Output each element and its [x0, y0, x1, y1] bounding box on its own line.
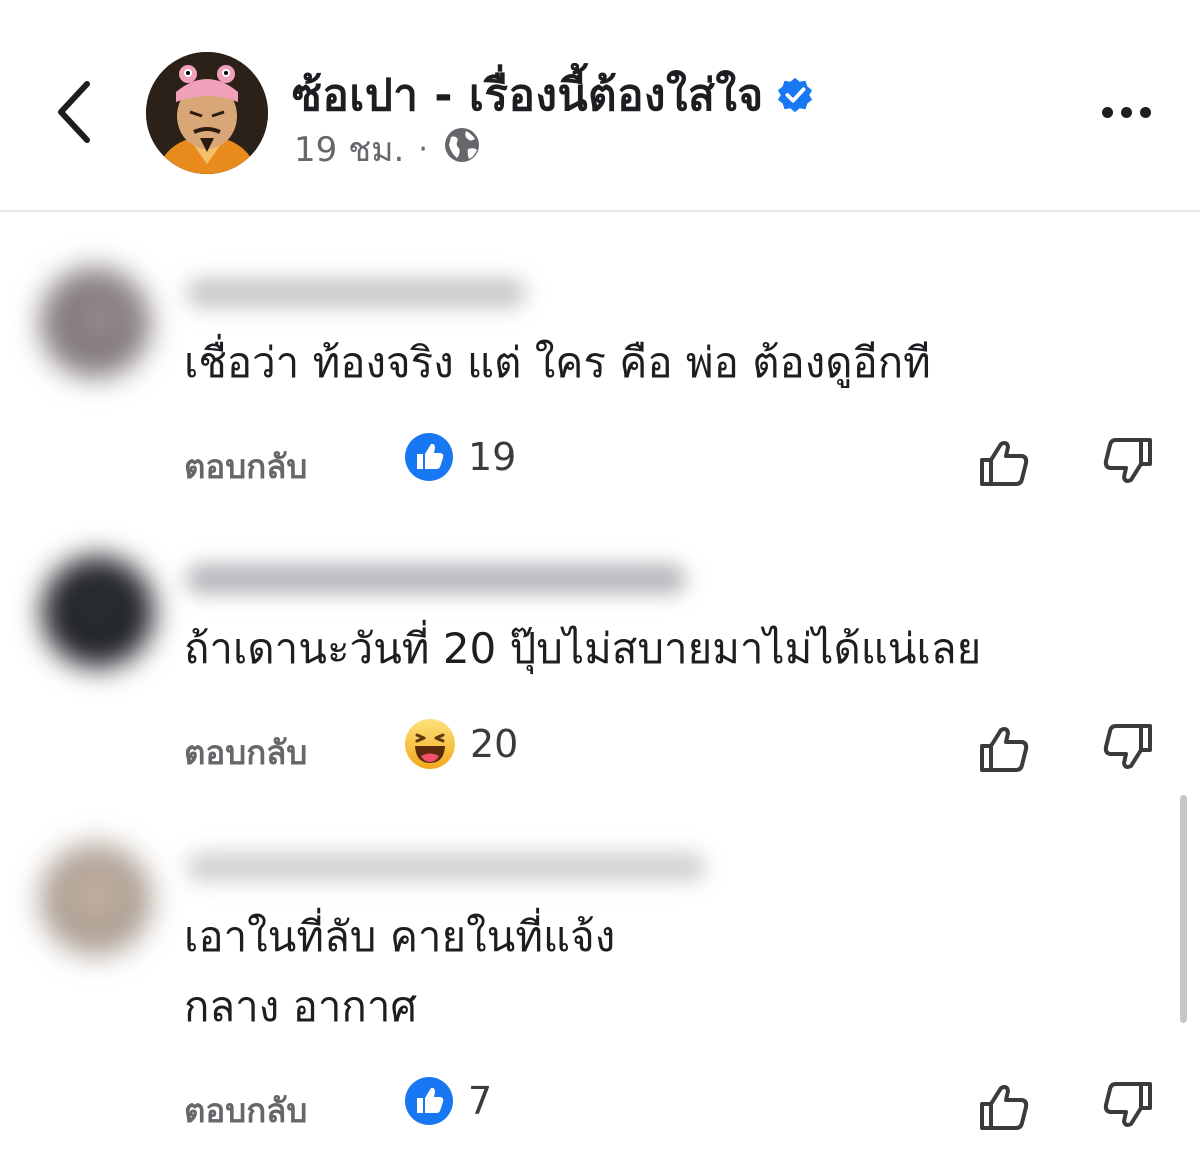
more-horizontal-icon: [1101, 106, 1113, 118]
downvote-button[interactable]: [1100, 1080, 1156, 1132]
commenter-avatar-blurred[interactable]: [42, 556, 154, 668]
downvote-button[interactable]: [1100, 722, 1156, 774]
comment-text-line-1: เอาในที่ลับ คายในที่แจ้ง: [184, 912, 616, 961]
reply-button[interactable]: ตอบกลับ: [184, 726, 307, 779]
haha-reaction-icon: [405, 719, 455, 769]
reaction-count: 20: [470, 722, 519, 766]
reaction-count: 7: [468, 1079, 493, 1123]
reply-button[interactable]: ตอบกลับ: [184, 440, 307, 493]
upvote-button[interactable]: [976, 722, 1032, 774]
post-time[interactable]: 19 ชม.: [294, 122, 404, 176]
thumb-up-icon: [980, 441, 1029, 486]
post-header: ซ้อเปา - เรื่องนี้ต้องใส่ใจ 19 ชม. ·: [0, 0, 1200, 212]
cartoon-avatar-image: [146, 52, 268, 174]
comment-text-line-2: กลาง อากาศ: [184, 982, 418, 1031]
reaction-summary[interactable]: 20: [404, 718, 518, 770]
comment-item: เอาในที่ลับ คายในที่แจ้ง กลาง อากาศ ตอบก…: [0, 800, 1200, 1160]
thumb-down-icon: [1103, 438, 1152, 483]
more-horizontal-icon-dot: [1120, 106, 1132, 118]
comment-actions: ตอบกลับ 19: [0, 432, 1200, 492]
post-meta: 19 ชม. ·: [294, 122, 482, 176]
comment-text: เชื่อว่า ท้องจริง แต่ ใคร คือ พ่อ ต้องดู…: [184, 338, 931, 387]
reaction-count: 19: [468, 435, 517, 479]
more-options-button[interactable]: [1086, 90, 1166, 134]
upvote-button[interactable]: [976, 1080, 1032, 1132]
thumb-down-icon: [1103, 1082, 1152, 1127]
like-reaction-icon: [405, 433, 453, 481]
commenter-name-blurred[interactable]: [186, 564, 686, 594]
like-reaction-icon: [405, 1077, 453, 1125]
thumb-down-icon: [1103, 724, 1152, 769]
thumb-up-icon: [980, 1085, 1029, 1130]
comment-actions: ตอบกลับ 20: [0, 718, 1200, 778]
comment-item: เชื่อว่า ท้องจริง แต่ ใคร คือ พ่อ ต้องดู…: [0, 210, 1200, 510]
verified-badge-icon: [776, 76, 814, 114]
commenter-avatar-blurred[interactable]: [40, 268, 150, 378]
more-horizontal-icon-dot: [1139, 106, 1151, 118]
commenter-name-blurred[interactable]: [186, 852, 706, 882]
comment-item: ถ้าเดานะวันที่ 20 ปุ๊บไม่สบายมาไม่ได้แน่…: [0, 510, 1200, 800]
reaction-summary[interactable]: 19: [404, 432, 516, 482]
globe-icon: [442, 125, 482, 174]
comment-text: ถ้าเดานะวันที่ 20 ปุ๊บไม่สบายมาไม่ได้แน่…: [184, 624, 982, 673]
back-button[interactable]: [40, 72, 110, 152]
page-name[interactable]: ซ้อเปา - เรื่องนี้ต้องใส่ใจ: [292, 60, 764, 130]
upvote-button[interactable]: [976, 436, 1032, 488]
downvote-button[interactable]: [1100, 436, 1156, 488]
reaction-summary[interactable]: 7: [404, 1076, 492, 1126]
chevron-left-icon: [58, 81, 90, 143]
page-name-row: ซ้อเปา - เรื่องนี้ต้องใส่ใจ: [292, 60, 814, 130]
thumb-up-icon: [980, 727, 1029, 772]
meta-separator: ·: [418, 131, 428, 167]
page-avatar[interactable]: [146, 52, 268, 174]
commenter-name-blurred[interactable]: [186, 278, 526, 308]
scrollbar[interactable]: [1180, 795, 1187, 1023]
comment-actions: ตอบกลับ 7: [0, 1076, 1200, 1136]
commenter-avatar-blurred[interactable]: [40, 844, 152, 956]
reply-button[interactable]: ตอบกลับ: [184, 1084, 307, 1137]
